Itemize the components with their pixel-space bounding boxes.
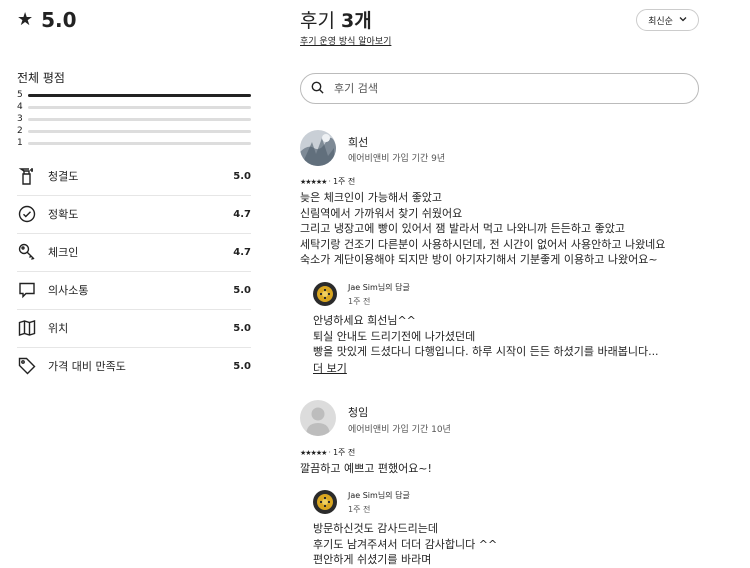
reply-time: 1주 전 [348, 297, 371, 306]
category-label: 위치 [48, 322, 69, 335]
reply-author: Jae Sim님의 답글 [348, 283, 410, 292]
review-rating: ★★★★★ · 1주 전 [300, 176, 355, 187]
category-label: 청결도 [48, 170, 79, 183]
stars-icon: ★★★★★ [300, 448, 327, 457]
category-score: 5.0 [233, 322, 251, 334]
rating-bar-track [28, 117, 251, 121]
category-label: 체크인 [48, 246, 79, 259]
chat-bubble-icon [17, 280, 37, 300]
reviewer-tenure: 에어비앤비 가입 기간 9년 [348, 154, 446, 164]
category-location: 위치 5.0 [17, 309, 251, 348]
reviews-count: 3개 [341, 10, 372, 32]
separator: · [328, 177, 331, 186]
sort-dropdown[interactable]: 최신순 [636, 9, 699, 31]
overall-rating: ★ 5.0 [17, 8, 77, 32]
category-label: 정확도 [48, 208, 79, 221]
reviewer-name: 청임 [348, 406, 369, 419]
rating-bar-label: 5 [17, 90, 23, 100]
review-rating: ★★★★★ · 1주 전 [300, 447, 355, 458]
category-score: 4.7 [233, 208, 251, 220]
category-score: 5.0 [233, 360, 251, 372]
reviews-title-prefix: 후기 [300, 10, 335, 32]
review-search[interactable] [300, 73, 699, 104]
rating-bar-label: 2 [17, 126, 23, 136]
rating-bar-2: 2 [17, 126, 251, 136]
overall-rating-label: 전체 평점 [17, 71, 65, 85]
reply-author: Jae Sim님의 답글 [348, 491, 410, 500]
reviewer-name: 희선 [348, 136, 369, 149]
rating-bar-track [28, 129, 251, 133]
search-icon [311, 79, 324, 98]
rating-bar-track [28, 141, 251, 145]
category-cleanliness: 청결도 5.0 [17, 157, 251, 196]
host-avatar[interactable] [313, 282, 337, 306]
rating-bar-5: 5 [17, 90, 251, 100]
category-score: 5.0 [233, 284, 251, 296]
check-circle-icon [17, 204, 37, 224]
review-policy-link[interactable]: 후기 운영 방식 알아보기 [300, 34, 391, 47]
category-label: 의사소통 [48, 284, 89, 297]
category-checkin: 체크인 4.7 [17, 233, 251, 272]
category-value: 가격 대비 만족도 5.0 [17, 347, 251, 385]
sort-label: 최신순 [648, 16, 673, 27]
category-label: 가격 대비 만족도 [48, 360, 126, 373]
review-body: 깔끔하고 예쁘고 편했어요~! [300, 462, 432, 475]
review-body: 늦은 체크인이 가능해서 좋았고 신림역에서 가까워서 찾기 쉬웠어요 그리고 … [300, 191, 666, 266]
reply-body: 방문하신것도 감사드리는데 후기도 남겨주셔서 더더 감사합니다 ^^ 편안하게… [313, 522, 498, 566]
reviews-title: 후기 3개 [300, 6, 372, 33]
rating-bar-label: 1 [17, 138, 23, 148]
rating-bar-label: 3 [17, 114, 23, 124]
map-icon [17, 318, 37, 338]
key-icon [17, 242, 37, 262]
rating-bar-track [28, 105, 251, 109]
host-avatar[interactable] [313, 490, 337, 514]
rating-bar-fill [28, 93, 251, 97]
reply-body: 안녕하세요 희선님^^ 퇴실 안내도 드리기전에 나가셨던데 빵을 맛있게 드셨… [313, 314, 659, 358]
show-more-link[interactable]: 더 보기 [313, 360, 347, 376]
search-input[interactable] [332, 81, 676, 96]
rating-bar-label: 4 [17, 102, 23, 112]
separator: · [328, 448, 331, 457]
stars-icon: ★★★★★ [300, 177, 327, 186]
category-score: 4.7 [233, 246, 251, 258]
category-accuracy: 정확도 4.7 [17, 195, 251, 234]
review-time: 1주 전 [332, 448, 356, 457]
category-communication: 의사소통 5.0 [17, 271, 251, 310]
reviewer-tenure: 에어비앤비 가입 기간 10년 [348, 425, 451, 435]
rating-bar-1: 1 [17, 138, 251, 148]
spray-bottle-icon [17, 166, 37, 186]
tag-icon [17, 356, 37, 376]
review-time: 1주 전 [332, 177, 356, 186]
avatar[interactable] [300, 130, 336, 166]
star-icon: ★ [17, 9, 34, 30]
reply-time: 1주 전 [348, 505, 371, 514]
avatar[interactable] [300, 400, 336, 436]
rating-bar-track [28, 93, 251, 97]
rating-bar-3: 3 [17, 114, 251, 124]
category-score: 5.0 [233, 170, 251, 182]
overall-rating-value: 5.0 [41, 8, 77, 32]
chevron-down-icon [679, 15, 687, 25]
rating-bar-4: 4 [17, 102, 251, 112]
